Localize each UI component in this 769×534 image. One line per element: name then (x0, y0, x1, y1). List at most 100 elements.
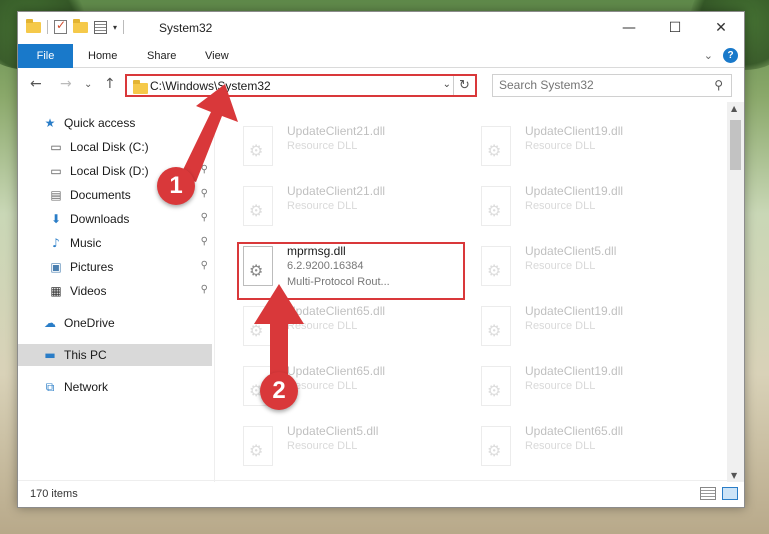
file-tile[interactable]: UpdateClient5.dll Resource DLL (475, 240, 705, 296)
minimize-button[interactable]: — (606, 12, 652, 44)
sidebar-item-quick-access[interactable]: ★ Quick access (42, 112, 212, 134)
file-name: UpdateClient5.dll (287, 424, 379, 438)
back-arrow-icon[interactable]: ← (30, 76, 42, 92)
documents-icon: ▤ (50, 188, 62, 202)
sidebar-item-label: OneDrive (64, 316, 115, 330)
step-1-badge: 1 (157, 167, 195, 205)
sidebar-item-label: Quick access (64, 116, 136, 130)
file-tile[interactable]: UpdateClient19.dll Resource DLL (475, 360, 705, 416)
properties-icon[interactable] (94, 20, 107, 34)
tab-share[interactable]: Share (137, 44, 186, 68)
search-input[interactable] (499, 78, 699, 92)
tiles-view-icon[interactable] (722, 487, 738, 500)
item-count: 170 items (30, 488, 78, 500)
file-tile[interactable]: UpdateClient19.dll Resource DLL (475, 180, 705, 236)
up-arrow-icon[interactable]: ↑ (104, 76, 116, 92)
maximize-button[interactable]: ☐ (652, 12, 698, 44)
recent-locations-dropdown-icon[interactable]: ⌄ (84, 79, 92, 90)
dll-file-icon (243, 186, 273, 226)
download-icon: ⬇ (50, 212, 62, 226)
window-controls: — ☐ ✕ (606, 12, 744, 44)
file-tile[interactable]: UpdateClient65.dll Resource DLL (237, 300, 467, 356)
file-description: Resource DLL (287, 320, 358, 332)
pin-icon[interactable]: ⚲ (201, 260, 208, 271)
dll-file-icon (481, 126, 511, 166)
tab-home[interactable]: Home (78, 44, 127, 68)
ribbon-right-controls: ⌄ ? (704, 48, 738, 63)
file-tile[interactable]: UpdateClient5.dll Resource DLL (237, 420, 467, 476)
folder-icon (26, 18, 41, 33)
scroll-up-icon[interactable]: ▲ (731, 104, 737, 113)
file-description: Resource DLL (287, 440, 358, 452)
details-view-icon[interactable] (700, 487, 716, 500)
pin-icon[interactable]: ⚲ (201, 164, 208, 175)
file-explorer-window: ▾ System32 — ☐ ✕ File Home Share View ⌄ … (17, 11, 745, 508)
file-description: Resource DLL (287, 200, 358, 212)
toolbar-divider (123, 20, 125, 34)
expand-ribbon-icon[interactable]: ⌄ (704, 49, 713, 62)
pin-icon[interactable]: ⚲ (201, 140, 208, 151)
address-dropdown-icon[interactable]: ⌄ (443, 79, 451, 90)
address-bar[interactable]: C:\Windows\System32 ⌄ ↻ (125, 74, 477, 97)
address-path[interactable]: C:\Windows\System32 (150, 79, 271, 93)
file-tile[interactable]: UpdateClient21.dll Resource DLL (237, 120, 467, 176)
scrollbar-thumb[interactable] (730, 120, 741, 170)
tab-view[interactable]: View (195, 44, 239, 68)
new-folder-icon[interactable] (73, 18, 88, 33)
pictures-icon: ▣ (50, 260, 62, 274)
file-tile[interactable]: UpdateClient21.dll Resource DLL (237, 180, 467, 236)
drive-icon: ▭ (50, 164, 62, 178)
file-tile[interactable]: UpdateClient19.dll Resource DLL (475, 120, 705, 176)
scroll-down-icon[interactable]: ▼ (731, 471, 737, 480)
file-name: UpdateClient5.dll (525, 244, 617, 258)
navigation-pane: ★ Quick access ▭ Local Disk (C:) ⚲ ▭ Loc… (18, 102, 214, 482)
file-description: Resource DLL (525, 140, 596, 152)
refresh-icon[interactable]: ↻ (453, 76, 475, 95)
file-list: UpdateClient21.dll Resource DLL UpdateCl… (215, 102, 726, 482)
dll-file-icon (481, 246, 511, 286)
sidebar-item-onedrive[interactable]: ☁ OneDrive (42, 312, 212, 334)
customize-toolbar-dropdown-icon[interactable]: ▾ (113, 23, 117, 32)
sidebar-item-label: Music (70, 236, 102, 250)
file-tile[interactable]: UpdateClient19.dll Resource DLL (475, 300, 705, 356)
pin-icon[interactable]: ⚲ (201, 188, 208, 199)
close-button[interactable]: ✕ (698, 12, 744, 44)
dll-file-icon (481, 426, 511, 466)
properties-check-icon[interactable] (54, 18, 67, 34)
pin-icon[interactable]: ⚲ (201, 236, 208, 247)
sidebar-item-music[interactable]: ♪ Music ⚲ (48, 232, 212, 254)
sidebar-item-downloads[interactable]: ⬇ Downloads ⚲ (48, 208, 212, 230)
file-name: UpdateClient21.dll (287, 124, 386, 138)
sidebar-item-label: This PC (64, 348, 107, 362)
search-icon[interactable]: ⚲ (714, 78, 723, 92)
sidebar-item-label: Videos (70, 284, 107, 298)
file-description: Resource DLL (525, 260, 596, 272)
pin-icon[interactable]: ⚲ (201, 284, 208, 295)
dll-file-icon (243, 306, 273, 346)
navigation-bar: ← → ⌄ ↑ C:\Windows\System32 ⌄ ↻ ⚲ (18, 68, 744, 102)
drive-icon: ▭ (50, 140, 62, 154)
folder-icon (133, 80, 148, 94)
file-tile[interactable]: UpdateClient65.dll Resource DLL (475, 420, 705, 476)
file-description: Resource DLL (525, 320, 596, 332)
file-name: UpdateClient19.dll (525, 124, 624, 138)
sidebar-item-label: Pictures (70, 260, 114, 274)
forward-arrow-icon[interactable]: → (60, 76, 72, 92)
search-box[interactable]: ⚲ (492, 74, 732, 97)
file-description: Resource DLL (525, 440, 596, 452)
tab-file[interactable]: File (18, 44, 73, 68)
help-icon[interactable]: ? (723, 48, 738, 63)
vertical-scrollbar[interactable]: ▲ ▼ (727, 102, 744, 482)
status-bar: 170 items (18, 480, 744, 507)
sidebar-item-pictures[interactable]: ▣ Pictures ⚲ (48, 256, 212, 278)
highlight-frame-mprmsg (237, 242, 465, 300)
star-icon: ★ (44, 116, 56, 130)
file-description: Resource DLL (525, 380, 596, 392)
sidebar-item-network[interactable]: ⧉ Network (42, 376, 212, 398)
sidebar-item-local-disk-c[interactable]: ▭ Local Disk (C:) ⚲ (48, 136, 212, 158)
pin-icon[interactable]: ⚲ (201, 212, 208, 223)
sidebar-item-this-pc[interactable]: ▬ This PC (18, 344, 212, 366)
sidebar-item-videos[interactable]: ▦ Videos ⚲ (48, 280, 212, 302)
file-name: UpdateClient65.dll (525, 424, 624, 438)
file-name: UpdateClient19.dll (525, 304, 624, 318)
